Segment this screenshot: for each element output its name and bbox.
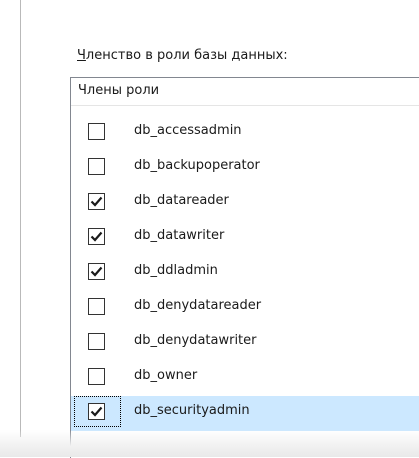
role-checkbox-db_datawriter[interactable] [88, 228, 105, 245]
role-checkbox-db_denydatawriter[interactable] [88, 333, 105, 350]
role-checkbox-db_ddladmin[interactable] [88, 263, 105, 280]
role-checkbox-db_datareader[interactable] [88, 193, 105, 210]
role-row-db_securityadmin[interactable]: db_securityadmin [71, 396, 419, 431]
role-rows: db_accessadmin db_backupoperator db_datare… [71, 116, 419, 431]
role-membership-panel: Членство в роли базы данных: Члены роли … [0, 0, 419, 458]
role-row-db_datareader[interactable]: db_datareader [71, 186, 419, 221]
column-header-role-members[interactable]: Члены роли [71, 78, 419, 106]
role-name: db_backupoperator [134, 158, 260, 173]
role-row-db_ddladmin[interactable]: db_ddladmin [71, 256, 419, 291]
dialog-left-edge [0, 0, 21, 437]
role-name: db_denydatawriter [134, 333, 257, 348]
bottom-edge [0, 430, 419, 457]
role-row-db_owner[interactable]: db_owner [71, 361, 419, 396]
role-name: db_owner [134, 368, 198, 383]
checkmark-icon [90, 231, 103, 242]
role-members-list[interactable]: Члены роли db_accessadmin db_backupoperat… [70, 77, 419, 458]
label-mnemonic: Ч [77, 48, 86, 63]
role-name: db_denydatareader [134, 298, 262, 313]
role-row-db_datawriter[interactable]: db_datawriter [71, 221, 419, 256]
checkmark-icon [90, 266, 103, 277]
role-name: db_securityadmin [134, 403, 250, 418]
checkmark-icon [90, 196, 103, 207]
role-name: db_ddladmin [134, 263, 218, 278]
column-header-label: Члены роли [78, 83, 160, 98]
role-membership-label: Членство в роли базы данных: [77, 48, 288, 63]
label-text: ленство в роли базы данных: [85, 48, 288, 63]
role-name: db_datawriter [134, 228, 225, 243]
role-name: db_accessadmin [134, 123, 242, 138]
role-checkbox-db_backupoperator[interactable] [88, 158, 105, 175]
role-checkbox-db_securityadmin[interactable] [88, 403, 105, 420]
role-row-db_denydatawriter[interactable]: db_denydatawriter [71, 326, 419, 361]
role-row-db_denydatareader[interactable]: db_denydatareader [71, 291, 419, 326]
role-row-db_accessadmin[interactable]: db_accessadmin [71, 116, 419, 151]
checkmark-icon [90, 406, 103, 417]
role-row-db_backupoperator[interactable]: db_backupoperator [71, 151, 419, 186]
role-checkbox-db_accessadmin[interactable] [88, 123, 105, 140]
role-checkbox-db_owner[interactable] [88, 368, 105, 385]
role-name: db_datareader [134, 193, 229, 208]
role-checkbox-db_denydatareader[interactable] [88, 298, 105, 315]
